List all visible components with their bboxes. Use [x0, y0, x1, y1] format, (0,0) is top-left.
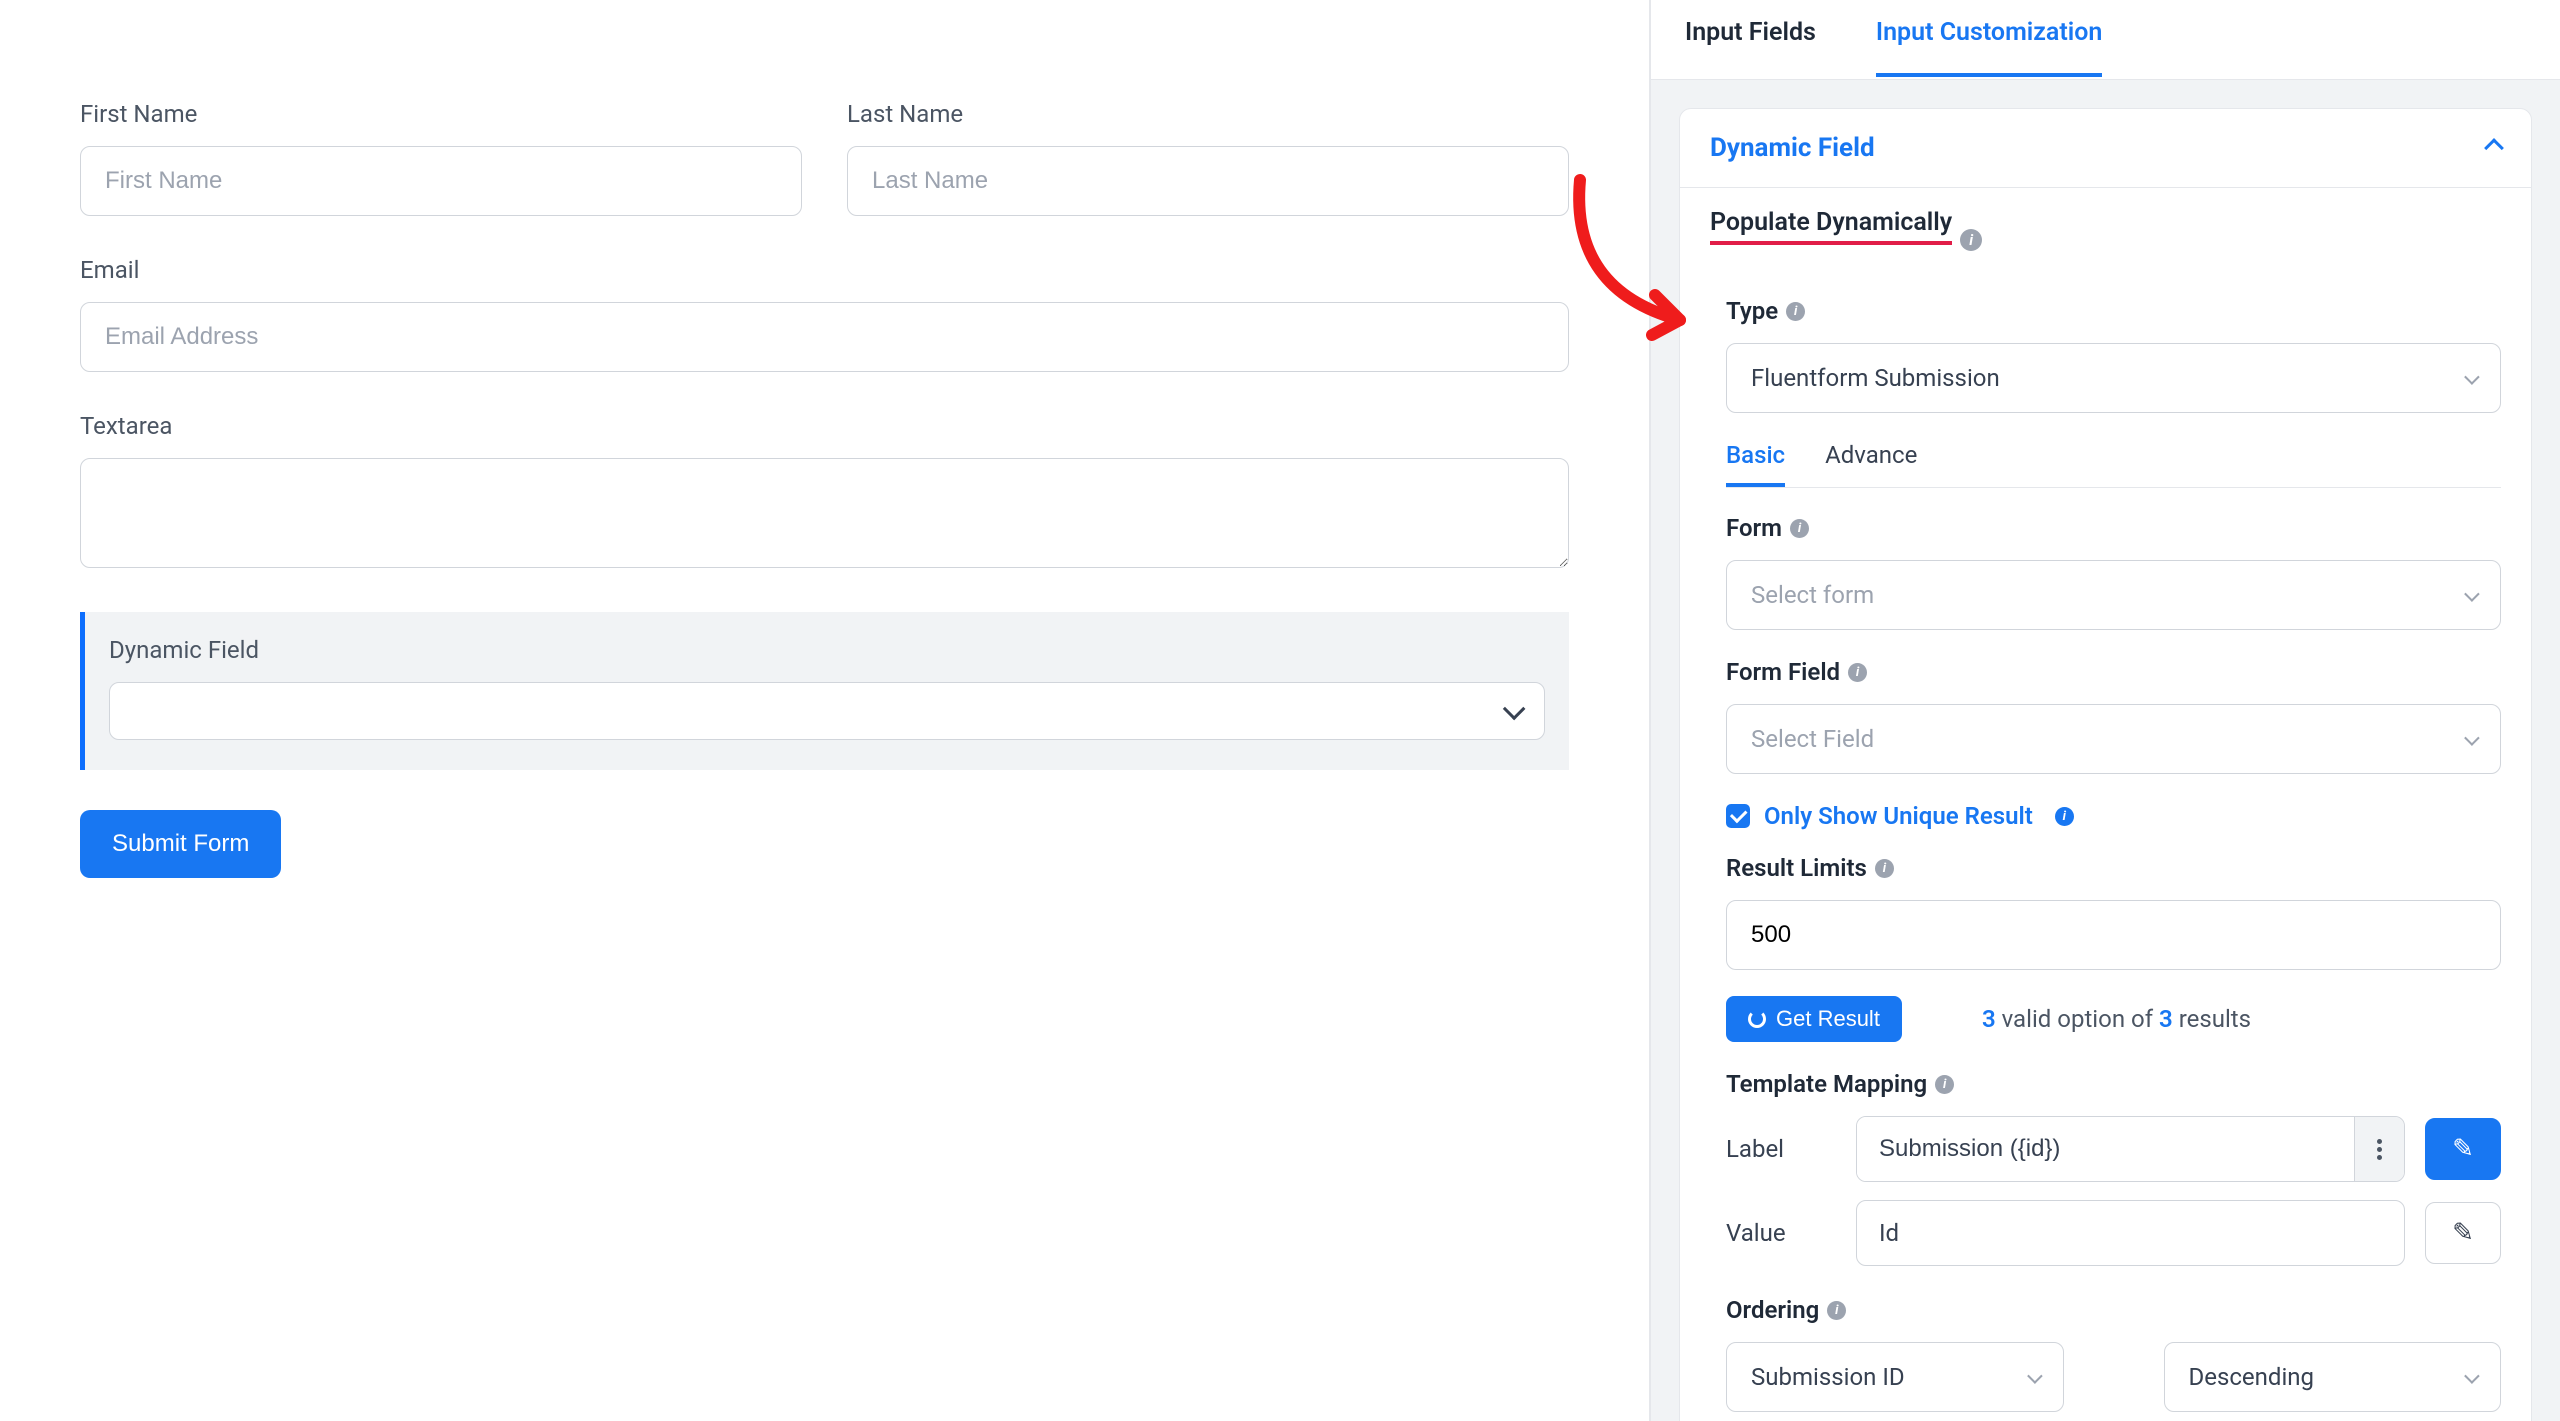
first-name-input[interactable]	[80, 146, 802, 216]
tab-input-customization[interactable]: Input Customization	[1876, 18, 2102, 77]
result-limits-input[interactable]	[1726, 900, 2501, 970]
tm-value-label: Value	[1726, 1219, 1836, 1247]
panel-title: Dynamic Field	[1710, 133, 1875, 163]
info-icon[interactable]: i	[1786, 302, 1805, 321]
pen-icon: ✎	[2452, 1134, 2474, 1164]
unique-result-checkbox[interactable]	[1726, 804, 1750, 828]
dynamic-field-label: Dynamic Field	[109, 636, 1545, 664]
dynamic-field-select[interactable]	[109, 682, 1545, 740]
chevron-down-icon	[2464, 586, 2480, 602]
info-icon[interactable]: i	[1790, 519, 1809, 538]
dots-vertical-icon	[2377, 1139, 2382, 1160]
form-field-label: Form Fieldi	[1726, 658, 2501, 686]
form-label: Formi	[1726, 514, 2501, 542]
chevron-down-icon	[2464, 1368, 2480, 1384]
email-label: Email	[80, 256, 1569, 284]
refresh-icon	[1748, 1010, 1766, 1028]
tm-value-select[interactable]: Id	[1857, 1201, 2404, 1265]
info-icon[interactable]: i	[2055, 807, 2074, 826]
form-select[interactable]: Select form	[1726, 560, 2501, 630]
tm-label-input[interactable]	[1857, 1117, 2354, 1181]
info-icon[interactable]: i	[1960, 229, 1982, 251]
last-name-label: Last Name	[847, 100, 1569, 128]
subtab-basic[interactable]: Basic	[1726, 441, 1785, 487]
pen-icon: ✎	[2452, 1218, 2474, 1248]
tm-label-menu-button[interactable]	[2354, 1117, 2404, 1181]
chevron-up-icon[interactable]	[2484, 138, 2504, 158]
info-icon[interactable]: i	[1848, 663, 1867, 682]
ordering-field-select[interactable]: Submission ID	[1726, 1342, 2064, 1412]
chevron-down-icon	[2464, 369, 2480, 385]
submit-button[interactable]: Submit Form	[80, 810, 281, 878]
form-field-select[interactable]: Select Field	[1726, 704, 2501, 774]
info-icon[interactable]: i	[1875, 859, 1894, 878]
first-name-label: First Name	[80, 100, 802, 128]
email-input[interactable]	[80, 302, 1569, 372]
tm-label-edit-button[interactable]: ✎	[2425, 1118, 2501, 1180]
dynamic-field-block: Dynamic Field	[80, 612, 1569, 770]
chevron-down-icon	[1503, 698, 1526, 721]
chevron-down-icon	[2464, 730, 2480, 746]
textarea-label: Textarea	[80, 412, 1569, 440]
tab-input-fields[interactable]: Input Fields	[1685, 18, 1816, 73]
unique-result-label: Only Show Unique Result	[1764, 802, 2033, 830]
ordering-label: Orderingi	[1726, 1296, 2501, 1324]
tm-label-label: Label	[1726, 1135, 1836, 1163]
type-label: Typei	[1726, 297, 2501, 325]
valid-result-text: 3 valid option of 3 results	[1982, 1005, 2251, 1033]
tm-value-edit-button[interactable]: ✎	[2425, 1202, 2501, 1264]
template-mapping-label: Template Mappingi	[1726, 1070, 2501, 1098]
type-select[interactable]: Fluentform Submission	[1726, 343, 2501, 413]
ordering-direction-select[interactable]: Descending	[2164, 1342, 2502, 1412]
textarea-input[interactable]	[80, 458, 1569, 568]
info-icon[interactable]: i	[1935, 1075, 1954, 1094]
result-limits-label: Result Limitsi	[1726, 854, 2501, 882]
last-name-input[interactable]	[847, 146, 1569, 216]
subtab-advance[interactable]: Advance	[1825, 441, 1917, 487]
get-result-button[interactable]: Get Result	[1726, 996, 1902, 1042]
populate-dynamically-title: Populate Dynamically	[1710, 208, 1952, 245]
chevron-down-icon	[2027, 1368, 2043, 1384]
info-icon[interactable]: i	[1827, 1301, 1846, 1320]
